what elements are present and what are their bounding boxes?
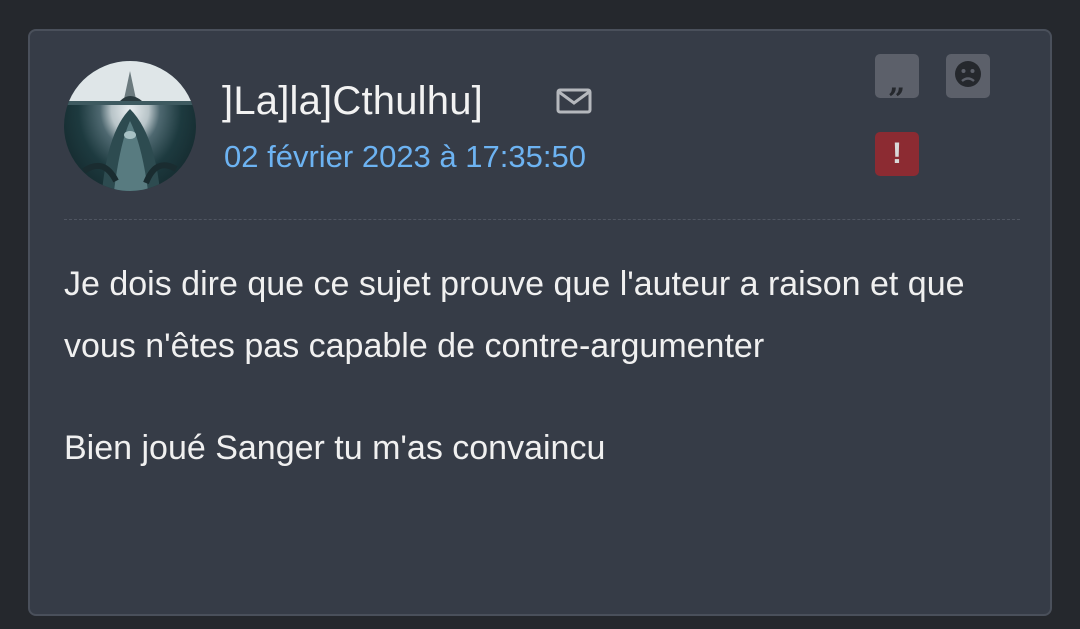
avatar[interactable] [64, 61, 196, 191]
divider [64, 219, 1020, 220]
post-date[interactable]: 02 février 2023 à 17:35:50 [224, 139, 586, 175]
post-content: Je dois dire que ce sujet prouve que l'a… [64, 253, 1004, 479]
sad-reaction-button[interactable] [946, 54, 990, 98]
post-paragraph: Bien joué Sanger tu m'as convaincu [64, 429, 606, 467]
forum-post-card: ]La]la]Cthulhu] 02 février 2023 à 17:35:… [28, 29, 1052, 616]
avatar-image [64, 61, 196, 191]
author-name[interactable]: ]La]la]Cthulhu] [222, 79, 483, 124]
mail-icon[interactable] [556, 87, 592, 115]
post-paragraph: Je dois dire que ce sujet prouve que l'a… [64, 265, 965, 365]
report-button[interactable]: ! [875, 132, 919, 176]
exclamation-icon: ! [892, 137, 902, 170]
quote-button[interactable]: „ [875, 54, 919, 98]
sad-face-icon [952, 58, 984, 95]
quote-icon: „ [888, 65, 906, 100]
